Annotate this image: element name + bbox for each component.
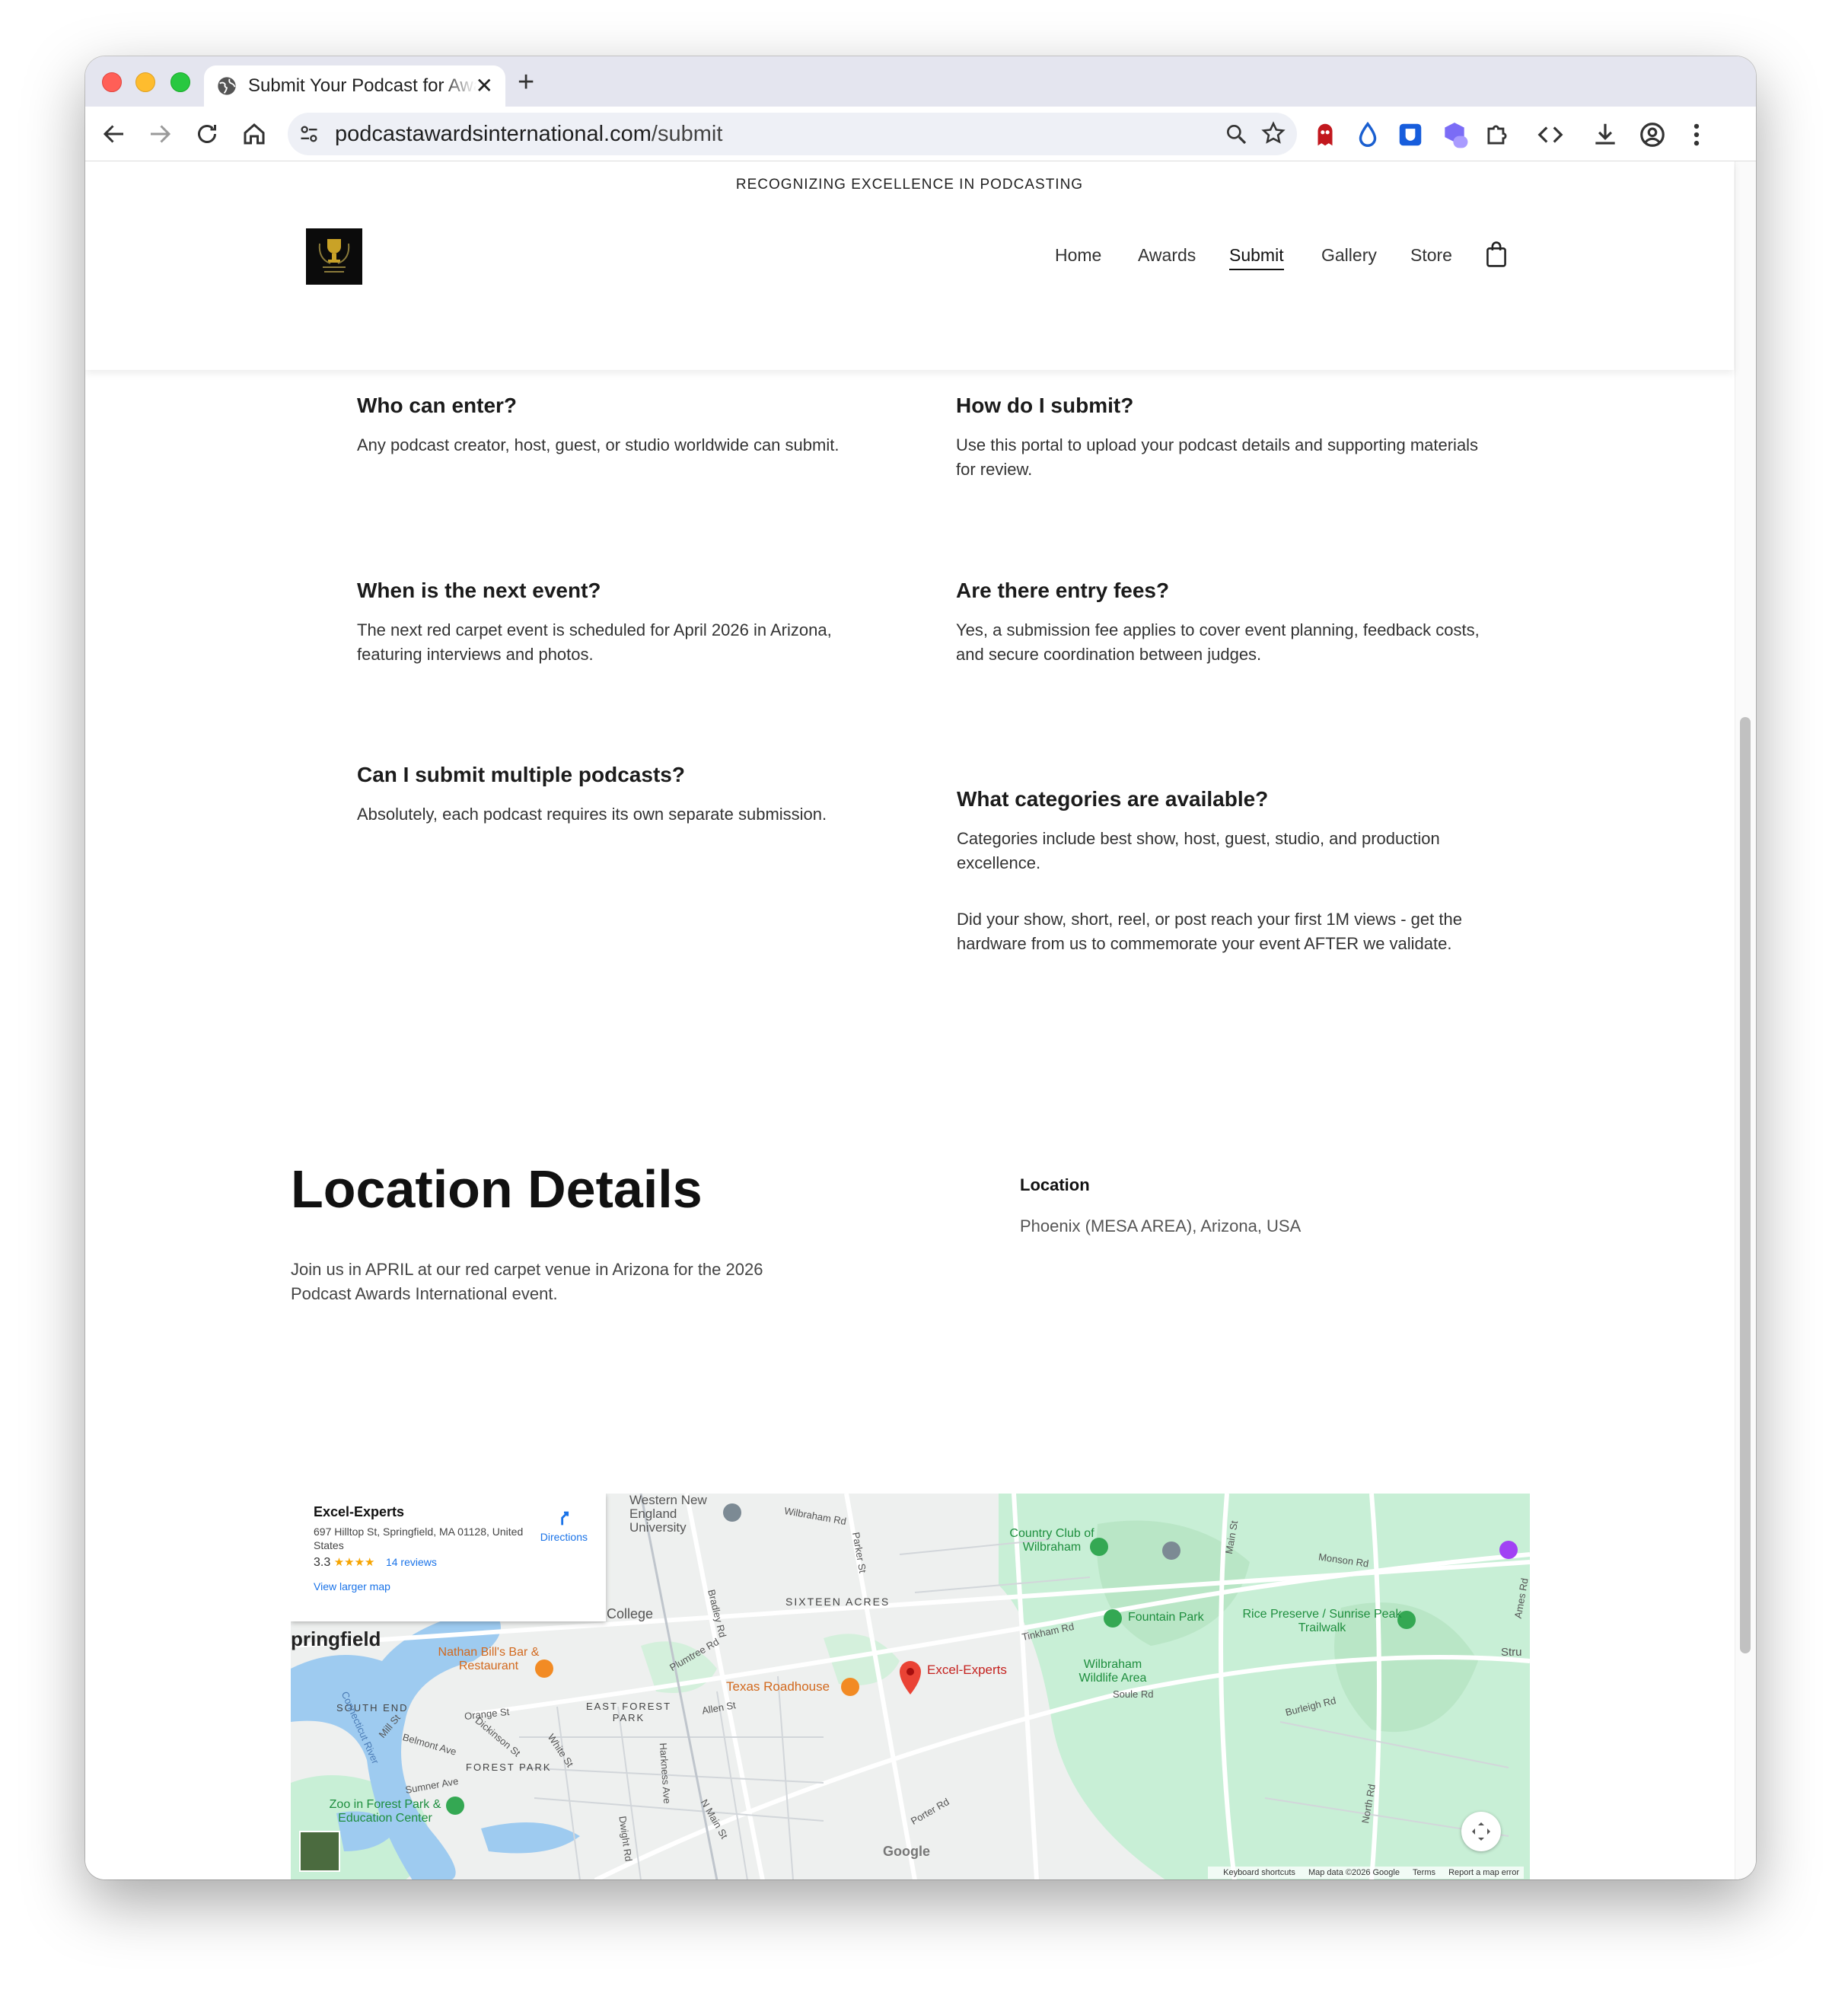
home-icon[interactable] <box>241 120 268 148</box>
faq-answer: Use this portal to upload your podcast d… <box>956 435 1479 479</box>
site-tagline: RECOGNIZING EXCELLENCE IN PODCASTING <box>735 177 1084 193</box>
map-data-credit: Map data ©2026 Google <box>1308 1868 1400 1877</box>
globe-icon <box>218 77 236 95</box>
browser-toolbar: podcastawardsinternational.com/submit <box>85 107 1756 161</box>
url-host: podcastawardsinternational.com <box>335 122 652 146</box>
bookmark-star-icon[interactable] <box>1260 120 1286 146</box>
download-icon[interactable] <box>1591 120 1620 149</box>
web-page: RECOGNIZING EXCELLENCE IN PODCASTING Hom… <box>85 161 1756 1879</box>
tab-title: Submit Your Podcast for Awards <box>248 75 476 96</box>
nav-awards[interactable]: Awards <box>1138 245 1196 266</box>
nav-gallery[interactable]: Gallery <box>1321 245 1377 266</box>
map-label-wildlife-area: Wilbraham Wildlife Area <box>1079 1658 1147 1685</box>
tab-close-icon[interactable]: ✕ <box>476 75 493 97</box>
zoom-icon[interactable] <box>1224 122 1248 146</box>
reviews-link[interactable]: 14 reviews <box>386 1556 437 1568</box>
map-label-sixteen-acres: SIXTEEN ACRES <box>785 1596 891 1608</box>
keyboard-shortcuts-link[interactable]: Keyboard shortcuts <box>1223 1868 1295 1877</box>
nav-store[interactable]: Store <box>1410 245 1452 266</box>
extension-cube-icon[interactable] <box>1440 120 1469 149</box>
faq-question: Can I submit multiple podcasts? <box>357 763 685 786</box>
faq-answer: Yes, a submission fee applies to cover e… <box>956 620 1480 664</box>
forward-icon[interactable] <box>146 120 174 148</box>
terms-link[interactable]: Terms <box>1413 1868 1435 1877</box>
map-label-east-forest-park: EAST FOREST PARK <box>585 1701 672 1723</box>
place-address: 697 Hilltop St, Springfield, MA 01128, U… <box>314 1526 524 1551</box>
rating-stars: ★★★★ <box>333 1556 375 1569</box>
report-map-error-link[interactable]: Report a map error <box>1448 1868 1519 1877</box>
directions-button[interactable]: Directions <box>540 1507 588 1543</box>
map-label-fountain-park: Fountain Park <box>1128 1611 1204 1624</box>
extension-drop-icon[interactable] <box>1353 120 1382 149</box>
nav-home[interactable]: Home <box>1055 245 1101 266</box>
shopping-bag-icon[interactable] <box>1484 241 1509 268</box>
map-label-forest-park: FOREST PARK <box>466 1761 552 1773</box>
milestone-note: Did your show, short, reel, or post reac… <box>957 910 1462 953</box>
location-label: Location <box>1020 1175 1090 1194</box>
map-label-stru: Stru <box>1501 1646 1522 1659</box>
embedded-map[interactable]: Western New England University College p… <box>291 1494 1530 1879</box>
faq-answer: Categories include best show, host, gues… <box>957 829 1440 872</box>
map-label-zoo: Zoo in Forest Park & Education Center <box>329 1798 441 1825</box>
map-label-rice-preserve: Rice Preserve / Sunrise Peak Trailwalk <box>1242 1608 1402 1634</box>
faq-question: How do I submit? <box>956 394 1134 417</box>
extension-ghost-icon[interactable] <box>1311 120 1340 149</box>
site-settings-icon[interactable] <box>298 123 320 145</box>
map-label-nathan-bills: Nathan Bill's Bar & Restaurant <box>438 1646 540 1672</box>
browser-window: Submit Your Podcast for Awards ✕ + podca… <box>85 56 1756 1879</box>
devtools-code-icon[interactable] <box>1536 120 1565 149</box>
faq-question: What categories are available? <box>957 787 1269 811</box>
map-label-texas-roadhouse: Texas Roadhouse <box>726 1679 830 1694</box>
fullscreen-icon <box>1472 1822 1490 1841</box>
faq-question: Who can enter? <box>357 394 518 417</box>
extensions-puzzle-icon[interactable] <box>1483 120 1512 149</box>
extension-bitwarden-icon[interactable] <box>1396 120 1425 149</box>
rating-value: 3.3 <box>314 1556 331 1569</box>
url-path: /submit <box>651 122 723 146</box>
url-text[interactable]: podcastawardsinternational.com/submit <box>335 122 722 147</box>
place-rating: 3.3 ★★★★ 14 reviews <box>314 1555 606 1570</box>
faq-answer: The next red carpet event is scheduled f… <box>357 620 832 664</box>
map-label-college: College <box>607 1606 654 1621</box>
title-bar: Submit Your Podcast for Awards ✕ + <box>85 56 1756 107</box>
map-label-excel-experts: Excel-Experts <box>927 1663 1007 1677</box>
maximize-window-button[interactable] <box>170 72 190 92</box>
reload-icon[interactable] <box>193 120 221 148</box>
map-label-springfield: pringfield <box>291 1628 381 1650</box>
google-logo: Google <box>883 1844 930 1859</box>
place-info-card: Excel-Experts 697 Hilltop St, Springfiel… <box>291 1494 606 1621</box>
map-label-university: Western New England University <box>629 1494 707 1535</box>
directions-icon <box>561 1511 569 1526</box>
menu-kebab-icon[interactable] <box>1682 120 1711 149</box>
new-tab-icon[interactable]: + <box>518 67 534 97</box>
faq-answer: Absolutely, each podcast requires its ow… <box>357 805 827 824</box>
location-value: Phoenix (MESA AREA), Arizona, USA <box>1020 1216 1302 1235</box>
profile-icon[interactable] <box>1638 120 1667 149</box>
browser-tab[interactable]: Submit Your Podcast for Awards ✕ <box>204 65 505 107</box>
site-logo[interactable] <box>306 228 362 285</box>
address-bar[interactable]: podcastawardsinternational.com/submit <box>288 113 1297 155</box>
site-header: RECOGNIZING EXCELLENCE IN PODCASTING Hom… <box>85 161 1734 370</box>
nav-submit[interactable]: Submit <box>1229 245 1284 270</box>
faq-question: When is the next event? <box>357 579 601 602</box>
fullscreen-button[interactable] <box>1461 1812 1501 1851</box>
minimize-window-button[interactable] <box>135 72 155 92</box>
back-icon[interactable] <box>100 120 128 148</box>
location-title: Location Details <box>291 1159 703 1219</box>
directions-label: Directions <box>540 1531 588 1543</box>
map-label-soule-rd: Soule Rd <box>1113 1688 1154 1700</box>
map-label-country-club: Country Club of Wilbraham <box>1009 1527 1094 1554</box>
scrollbar-thumb[interactable] <box>1740 717 1751 1653</box>
view-larger-map-link[interactable]: View larger map <box>314 1580 606 1593</box>
faq-answer: Any podcast creator, host, guest, or stu… <box>357 435 840 454</box>
trophy-logo-icon <box>318 239 350 273</box>
faq-question: Are there entry fees? <box>956 579 1170 602</box>
close-window-button[interactable] <box>102 72 122 92</box>
map-attribution: Keyboard shortcuts Map data ©2026 Google… <box>1208 1867 1524 1879</box>
location-description: Join us in APRIL at our red carpet venue… <box>291 1260 763 1303</box>
page-scrollbar[interactable] <box>1735 161 1756 1879</box>
